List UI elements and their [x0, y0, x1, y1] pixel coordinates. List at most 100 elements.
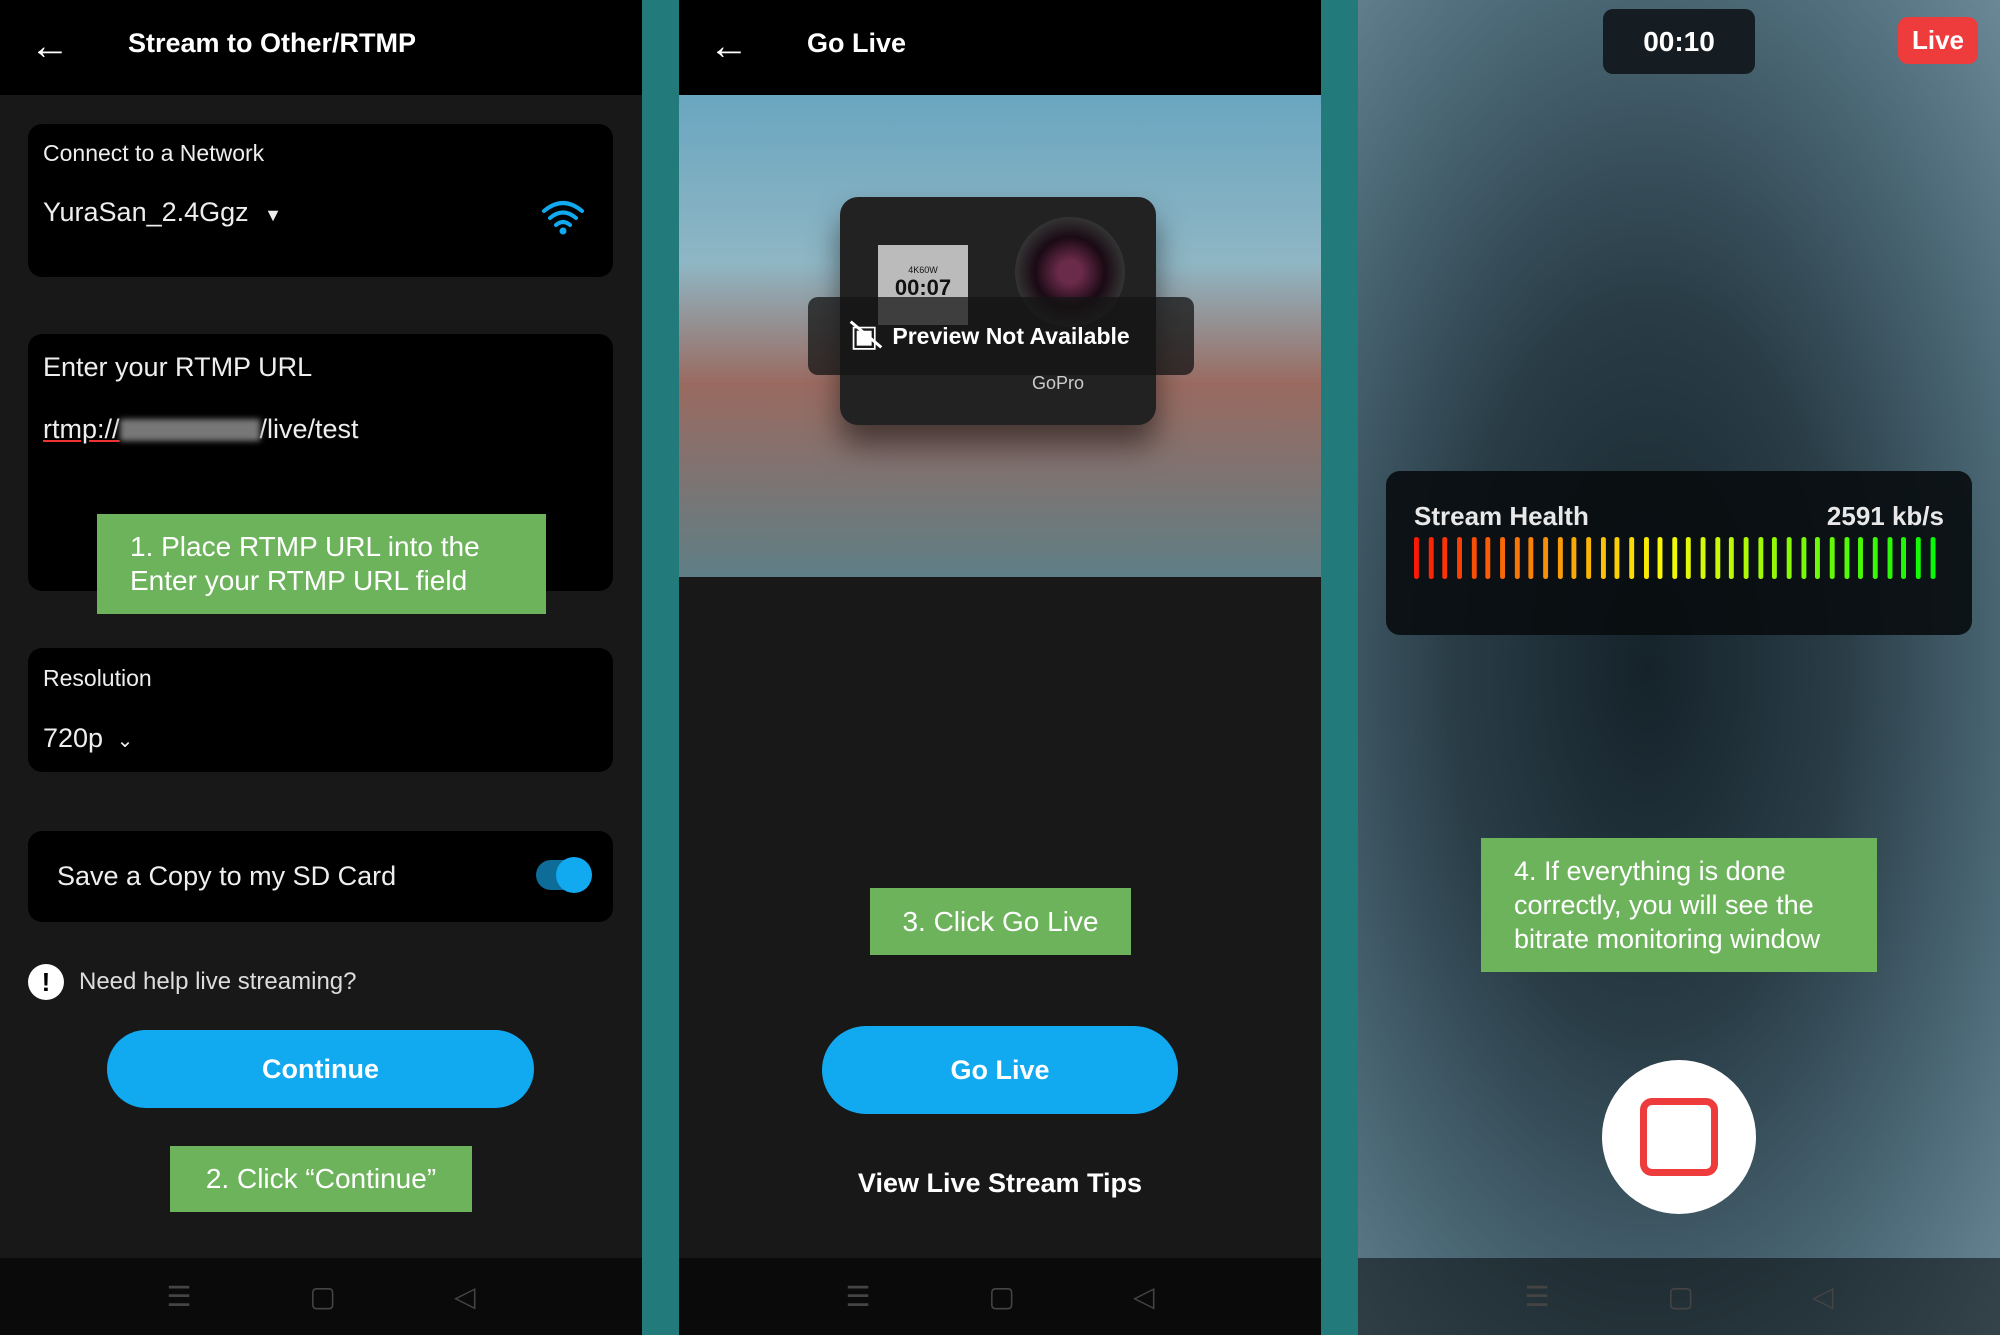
help-link[interactable]: Need help live streaming?: [79, 968, 357, 996]
back-triangle-icon[interactable]: ◁: [454, 1280, 476, 1313]
back-arrow-icon[interactable]: ←: [30, 26, 70, 66]
rtmp-url-input[interactable]: rtmp:// /live/test: [43, 414, 359, 445]
sd-copy-label: Save a Copy to my SD Card: [57, 861, 397, 891]
health-bar: [1471, 537, 1477, 579]
health-bar: [1815, 537, 1821, 579]
back-arrow-icon[interactable]: ←: [709, 26, 749, 66]
camera-off-icon: ▣: [849, 319, 883, 354]
bitrate-value: 2591 kb/s: [1826, 501, 1944, 531]
resolution-label: Resolution: [43, 665, 152, 691]
home-square-icon[interactable]: ▢: [989, 1280, 1015, 1313]
health-bar: [1629, 537, 1634, 579]
url-prefix: rtmp://: [43, 414, 120, 444]
health-bar: [1700, 537, 1706, 579]
live-badge: Live: [1898, 17, 1978, 64]
resolution-card: Resolution 720p ⌄: [28, 648, 613, 772]
resolution-value: 720p: [43, 723, 104, 753]
stream-health-label: Stream Health: [1414, 501, 1589, 531]
alert-icon: !: [28, 964, 64, 1000]
health-bar: [1887, 537, 1893, 579]
health-bar: [1672, 537, 1677, 579]
continue-button[interactable]: Continue: [107, 1030, 534, 1108]
header: ← Go Live: [679, 0, 1321, 95]
health-bar: [1772, 537, 1778, 579]
instruction-note-1: 1. Place RTMP URL into the Enter your RT…: [97, 514, 546, 614]
health-bar: [1844, 537, 1850, 579]
instruction-note-2: 2. Click “Continue”: [170, 1146, 472, 1212]
health-bar: [1872, 537, 1878, 579]
android-nav-bar: ☰ ▢ ◁: [0, 1258, 642, 1335]
health-bar: [1743, 537, 1749, 579]
health-bar: [1715, 537, 1721, 579]
rtmp-url-label: Enter your RTMP URL: [43, 352, 313, 382]
redacted-ip: [119, 418, 260, 441]
health-bar: [1485, 537, 1491, 579]
wifi-icon: [542, 201, 584, 235]
health-bar: [1786, 537, 1792, 579]
instruction-note-4: 4. If everything is done correctly, you …: [1481, 838, 1877, 972]
network-select[interactable]: YuraSan_2.4Ggz ▼: [43, 197, 282, 228]
stop-stream-button[interactable]: [1602, 1060, 1756, 1214]
go-live-screen: ← Go Live 4K60W 00:07 GoPro ▣ Preview Not…: [679, 0, 1321, 1335]
health-bar: [1729, 537, 1735, 579]
menu-icon[interactable]: ☰: [166, 1280, 191, 1313]
live-stream-tips-link[interactable]: View Live Stream Tips: [679, 1168, 1321, 1199]
health-bar: [1528, 537, 1534, 579]
page-title: Stream to Other/RTMP: [128, 28, 417, 58]
android-nav-bar: ☰ ▢ ◁: [1358, 1258, 2000, 1335]
health-bar: [1571, 537, 1577, 579]
health-bar: [1686, 537, 1692, 579]
health-meter: [1414, 537, 1936, 579]
sd-copy-toggle[interactable]: [536, 857, 592, 893]
health-bar: [1428, 537, 1434, 579]
instruction-note-3: 3. Click Go Live: [870, 888, 1131, 955]
back-triangle-icon[interactable]: ◁: [1133, 1280, 1155, 1313]
health-bar: [1414, 537, 1419, 579]
health-bar: [1600, 537, 1606, 579]
home-square-icon[interactable]: ▢: [1668, 1280, 1694, 1313]
chevron-down-icon: ⌄: [116, 730, 134, 752]
health-bar: [1758, 537, 1764, 579]
back-triangle-icon[interactable]: ◁: [1812, 1280, 1834, 1313]
menu-icon[interactable]: ☰: [845, 1280, 870, 1313]
health-bar: [1500, 537, 1505, 579]
preview-status-text: Preview Not Available: [892, 322, 1130, 349]
toggle-knob: [556, 857, 592, 893]
health-bar: [1915, 537, 1921, 579]
health-bar: [1586, 537, 1591, 579]
caret-down-icon: ▼: [264, 205, 282, 225]
camera-brand-logo: GoPro: [1032, 373, 1085, 393]
health-bar: [1657, 537, 1663, 579]
health-bar: [1557, 537, 1563, 579]
go-live-button[interactable]: Go Live: [822, 1026, 1178, 1114]
home-square-icon[interactable]: ▢: [310, 1280, 336, 1313]
health-bar: [1930, 537, 1936, 579]
resolution-select[interactable]: 720p ⌄: [43, 723, 133, 754]
health-bar: [1457, 537, 1462, 579]
camera-preview: 4K60W 00:07 GoPro ▣ Preview Not Available: [679, 95, 1321, 577]
health-bar: [1858, 537, 1864, 579]
sd-card-row: Save a Copy to my SD Card: [28, 831, 613, 922]
health-bar: [1643, 537, 1649, 579]
url-suffix: /live/test: [259, 414, 359, 444]
network-label: Connect to a Network: [43, 140, 265, 166]
rtmp-settings-screen: ← Stream to Other/RTMP Connect to a Netw…: [0, 0, 642, 1335]
live-stream-screen: 00:10 Live Stream Health 2591 kb/s 4. If…: [1358, 0, 2000, 1335]
menu-icon[interactable]: ☰: [1524, 1280, 1549, 1313]
stream-timer: 00:10: [1603, 9, 1755, 74]
header: ← Stream to Other/RTMP: [0, 0, 642, 95]
stop-icon: [1640, 1098, 1718, 1176]
page-title: Go Live: [807, 28, 907, 58]
health-bar: [1829, 537, 1835, 579]
preview-unavailable-banner: ▣ Preview Not Available: [808, 297, 1194, 375]
health-bar: [1543, 537, 1548, 579]
health-bar: [1614, 537, 1620, 579]
stream-health-card: Stream Health 2591 kb/s: [1386, 471, 1972, 635]
health-bar: [1801, 537, 1807, 579]
network-card: Connect to a Network YuraSan_2.4Ggz ▼: [28, 124, 613, 277]
android-nav-bar: ☰ ▢ ◁: [679, 1258, 1321, 1335]
health-bar: [1901, 537, 1907, 579]
network-value: YuraSan_2.4Ggz: [43, 197, 249, 227]
health-bar: [1442, 537, 1448, 579]
health-bar: [1514, 537, 1520, 579]
